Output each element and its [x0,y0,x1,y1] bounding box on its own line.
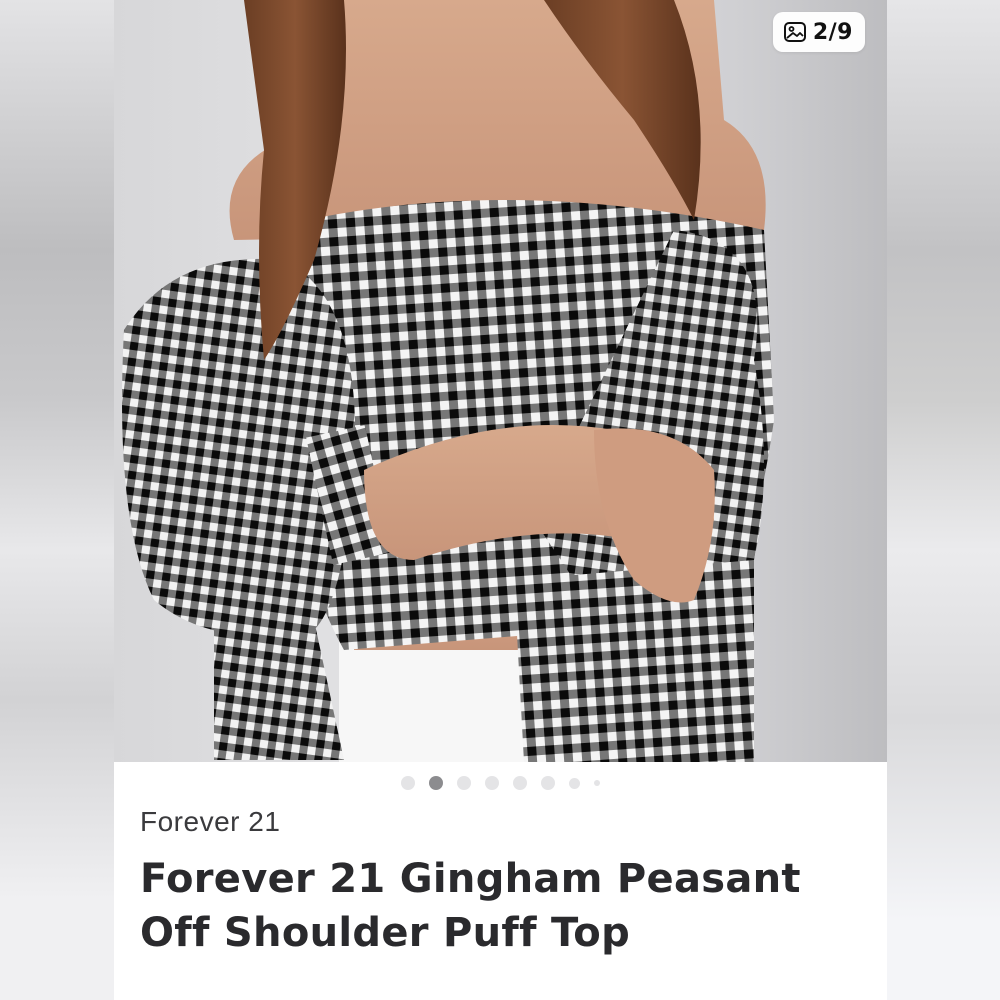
listing-title: Forever 21 Gingham Peasant Off Shoulder … [140,856,801,956]
carousel-pagination [114,776,887,790]
image-counter-text: 2/9 [812,19,853,45]
carousel-dot[interactable] [485,776,499,790]
carousel-dot[interactable] [569,777,580,789]
carousel-dot-active[interactable] [429,776,443,790]
carousel-dot[interactable] [541,776,555,790]
image-gallery-icon [783,22,806,42]
product-photo-illustration [122,0,774,762]
screenshot-stage: 2/9 Forever 21 Forever 21 Gingham Peasan… [0,0,1000,1000]
image-counter-badge: 2/9 [772,12,865,52]
product-photo[interactable]: 2/9 [114,0,887,762]
blurred-backdrop-right [887,0,1000,1000]
carousel-dot[interactable] [594,780,600,786]
listing-card: 2/9 Forever 21 Forever 21 Gingham Peasan… [114,0,887,1000]
blurred-backdrop-left [0,0,114,1000]
carousel-dot[interactable] [401,776,415,790]
carousel-dot[interactable] [513,776,527,790]
brand-label[interactable]: Forever 21 [140,806,280,838]
carousel-dot[interactable] [457,776,471,790]
